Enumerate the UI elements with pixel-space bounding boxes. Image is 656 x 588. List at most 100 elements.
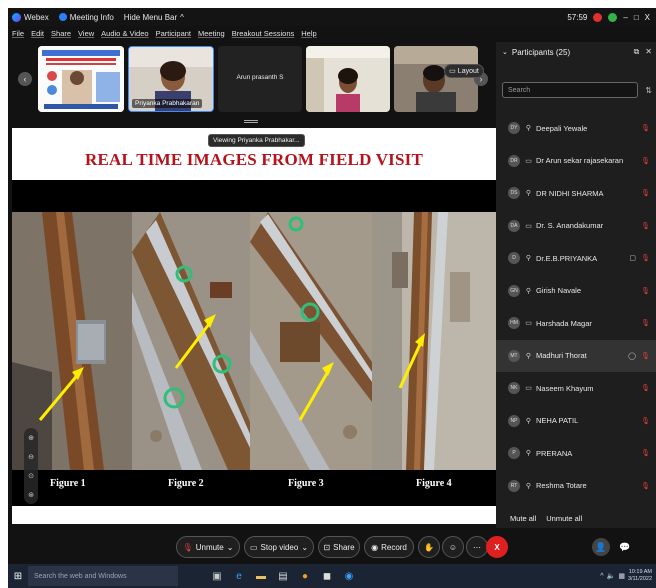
participant-row[interactable]: P ⚲ PRERANA 🎙 — [496, 437, 656, 470]
network-icon[interactable]: ▦ — [618, 572, 625, 580]
participant-name: Dr. S. Anandakumar — [536, 221, 604, 231]
task-view-icon[interactable]: ▣ — [208, 566, 226, 586]
connection-status-icon — [608, 12, 618, 22]
participant-row[interactable]: DR ▭ Dr Arun sekar rajasekaran 🎙 — [496, 145, 656, 178]
chat-panel-icon[interactable]: 💬 — [616, 538, 634, 556]
chrome-icon[interactable]: ● — [296, 566, 314, 586]
mic-muted-icon[interactable]: 🎙 — [641, 287, 650, 295]
fit-icon[interactable]: ⊙ — [28, 472, 34, 480]
phone-icon: ⚲ — [525, 125, 532, 133]
menu-meeting[interactable]: Meeting — [198, 29, 225, 38]
participant-row[interactable]: NK ▭ Naseem Khayum 🎙 — [496, 372, 656, 405]
unmute-all-button[interactable]: Unmute all — [546, 514, 582, 523]
participant-row[interactable]: RT ⚲ Reshma Totare 🎙 — [496, 470, 656, 503]
close-window-button[interactable]: X — [645, 13, 650, 22]
participant-row[interactable]: MT ⚲ Madhuri Thorat ◯ 🎙 — [496, 339, 656, 372]
reactions-button[interactable]: ✋ — [418, 536, 440, 558]
taskbar-clock[interactable]: 10:19 AM 3/11/2022 — [628, 569, 652, 583]
end-meeting-button[interactable]: X — [486, 536, 508, 558]
zoom-out-icon[interactable]: ⊖ — [28, 453, 34, 461]
layout-button[interactable]: ▭ Layout — [444, 64, 484, 78]
participant-name: Harshada Magar — [536, 318, 592, 328]
apps-button[interactable]: ☺ — [442, 536, 464, 558]
record-button[interactable]: ◉ Record — [364, 536, 414, 558]
strip-resize-handle[interactable] — [244, 120, 258, 123]
record-icon: ◉ — [371, 542, 379, 552]
app-icon[interactable]: ◼ — [318, 566, 336, 586]
tray-chevron-icon[interactable]: ^ — [600, 573, 603, 580]
mic-muted-icon[interactable]: 🎙 — [641, 449, 650, 457]
chevron-down-icon: ⌄ — [226, 542, 234, 552]
strip-prev-button[interactable]: ‹ — [18, 72, 32, 86]
share-button[interactable]: ⊡ Share — [318, 536, 360, 558]
meeting-info-button[interactable]: Meeting Info — [58, 13, 114, 22]
participant-row[interactable]: DS ⚲ DR NIDHI SHARMA 🎙 — [496, 177, 656, 210]
participant-row[interactable]: GN ⚲ Girish Navale 🎙 — [496, 275, 656, 308]
mic-muted-icon[interactable]: 🎙 — [641, 352, 650, 360]
participants-panel-icon[interactable]: 👤 — [592, 538, 610, 556]
close-panel-icon[interactable]: ✕ — [645, 47, 652, 57]
mic-muted-icon[interactable]: 🎙 — [641, 157, 650, 165]
participant-row[interactable]: DY ⚲ Deepali Yewale 🎙 — [496, 112, 656, 145]
menu-breakout-sessions[interactable]: Breakout Sessions — [232, 29, 295, 38]
video-tile-priyanka[interactable]: Priyanka Prabhakaran — [128, 46, 214, 112]
mic-muted-icon[interactable]: 🎙 — [641, 417, 650, 425]
mic-muted-icon[interactable]: 🎙 — [641, 222, 650, 230]
webex-logo-icon — [12, 12, 21, 22]
video-tile-participant-5[interactable] — [394, 46, 478, 112]
video-tile-participant-4[interactable] — [306, 46, 390, 112]
menu-help[interactable]: Help — [301, 29, 316, 38]
mic-muted-icon: 🎙 — [182, 542, 193, 552]
participant-name: Madhuri Thorat — [536, 351, 587, 361]
participants-header[interactable]: ⌄ Participants (25) — [496, 42, 656, 62]
menu-file[interactable]: File — [12, 29, 24, 38]
sort-icon[interactable]: ⇅ — [645, 86, 652, 95]
close-icon: X — [494, 542, 500, 552]
zoom-in-icon[interactable]: ⊕ — [28, 434, 34, 442]
phone-icon: ⚲ — [525, 190, 532, 198]
participant-name: Girish Navale — [536, 286, 582, 296]
mic-muted-icon[interactable]: 🎙 — [641, 482, 650, 490]
file-explorer-icon[interactable]: ▬ — [252, 566, 270, 586]
menu-edit[interactable]: Edit — [31, 29, 44, 38]
taskbar-search-input[interactable]: Search the web and Windows — [28, 566, 178, 586]
video-icon: ▢ — [629, 255, 636, 263]
menu-share[interactable]: Share — [51, 29, 71, 38]
minimize-button[interactable]: – — [623, 13, 627, 22]
participants-search-input[interactable]: Search — [502, 82, 638, 98]
avatar: DA — [508, 219, 520, 232]
participant-row[interactable]: NP ⚲ NEHA PATIL 🎙 — [496, 405, 656, 438]
slide-footer-area — [12, 506, 496, 524]
maximize-button[interactable]: □ — [634, 13, 639, 22]
mic-muted-icon[interactable]: 🎙 — [641, 254, 650, 262]
webex-taskbar-icon[interactable]: ◉ — [340, 566, 358, 586]
popout-icon[interactable]: ⧉ — [634, 47, 640, 57]
mic-muted-icon[interactable]: 🎙 — [641, 124, 650, 132]
unmute-button[interactable]: 🎙 Unmute ⌄ — [176, 536, 240, 558]
windows-start-icon[interactable]: ⊞ — [8, 564, 28, 588]
participant-name: Dr Arun sekar rajasekaran — [536, 156, 624, 166]
participant-name: PRERANA — [536, 448, 573, 458]
stop-video-button[interactable]: ▭ Stop video ⌄ — [244, 536, 314, 558]
store-icon[interactable]: ▤ — [274, 566, 292, 586]
mic-muted-icon[interactable]: 🎙 — [641, 189, 650, 197]
mic-muted-icon[interactable]: 🎙 — [641, 319, 650, 327]
edge-browser-icon[interactable]: e — [230, 566, 248, 586]
participant-row[interactable]: DA ▭ Dr. S. Anandakumar 🎙 — [496, 210, 656, 243]
participant-row[interactable]: HM ▭ Harshada Magar 🎙 — [496, 307, 656, 340]
chat-icon[interactable]: ◯ — [628, 352, 636, 360]
volume-icon[interactable]: 🔈 — [607, 572, 616, 580]
app-name[interactable]: Webex — [12, 12, 49, 22]
mic-muted-icon[interactable]: 🎙 — [641, 384, 650, 392]
menu-participant[interactable]: Participant — [156, 29, 191, 38]
hide-menu-bar-button[interactable]: Hide Menu Bar ^ — [124, 13, 184, 22]
participant-row[interactable]: D ⚲ Dr.E.B.PRIYANKA ▢ 🎙 — [496, 242, 656, 275]
annotate-icon[interactable]: ⊛ — [28, 491, 34, 499]
menu-audio-video[interactable]: Audio & Video — [101, 29, 148, 38]
chevron-down-icon[interactable]: ⌄ — [502, 48, 508, 56]
more-options-button[interactable]: ⋯ — [466, 536, 488, 558]
menu-view[interactable]: View — [78, 29, 94, 38]
mute-all-button[interactable]: Mute all — [510, 514, 536, 523]
video-tile-arun[interactable]: Arun prasanth S — [218, 46, 302, 112]
video-tile-poster[interactable] — [38, 46, 124, 112]
